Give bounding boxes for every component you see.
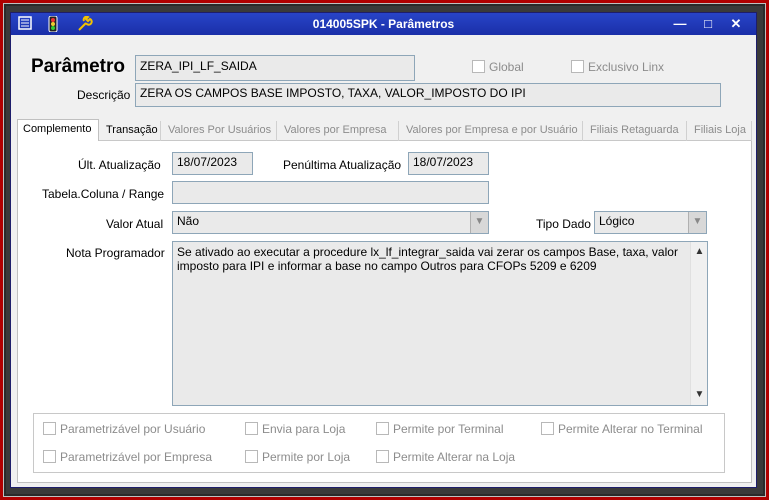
tab-filiais-retaguarda[interactable]: Filiais Retaguarda [585, 121, 687, 141]
tipo-dado-label: Tipo Dado [536, 217, 591, 231]
exclusivo-linx-checkbox[interactable] [571, 60, 584, 73]
envia-loja-checkbox[interactable] [245, 422, 258, 435]
scroll-down-icon[interactable]: ▼ [691, 388, 707, 402]
maximize-button[interactable]: □ [697, 16, 719, 32]
window-title: 014005SPK - Parâmetros [312, 17, 455, 31]
parametro-field[interactable]: ZERA_IPI_LF_SAIDA [135, 55, 415, 81]
exclusivo-linx-label: Exclusivo Linx [588, 60, 665, 74]
global-label: Global [489, 60, 524, 74]
envia-loja-label: Envia para Loja [262, 422, 346, 436]
parametros-window: 014005SPK - Parâmetros — □ ✕ Parâmetro Z… [10, 12, 757, 488]
tabela-coluna-label: Tabela.Coluna / Range [42, 187, 165, 201]
tab-valores-empresa-usuario[interactable]: Valores por Empresa e por Usuário [401, 121, 583, 141]
global-checkbox[interactable] [472, 60, 485, 73]
valor-atual-select[interactable]: Não ▼ [172, 211, 489, 234]
tab-transacao[interactable]: Transação [101, 121, 161, 141]
tab-valores-empresa[interactable]: Valores por Empresa [279, 121, 399, 141]
tab-valores-usuarios[interactable]: Valores Por Usuários [163, 121, 277, 141]
permite-alterar-loja-label: Permite Alterar na Loja [393, 450, 516, 464]
param-usuario-label: Parametrizável por Usuário [60, 422, 206, 436]
descricao-field[interactable]: ZERA OS CAMPOS BASE IMPOSTO, TAXA, VALOR… [135, 83, 721, 107]
tab-filiais-loja[interactable]: Filiais Loja [689, 121, 752, 141]
permite-loja-label: Permite por Loja [262, 450, 351, 464]
penultima-atualizacao-field[interactable]: 18/07/2023 [408, 152, 489, 175]
nota-programador-label: Nota Programador [66, 246, 165, 260]
valor-atual-label: Valor Atual [106, 217, 164, 231]
chevron-down-icon[interactable]: ▼ [470, 212, 488, 233]
param-usuario-checkbox[interactable] [43, 422, 56, 435]
permite-terminal-checkbox[interactable] [376, 422, 389, 435]
close-button[interactable]: ✕ [725, 16, 747, 32]
scroll-up-icon[interactable]: ▲ [691, 245, 707, 259]
nota-scrollbar[interactable]: ▲ ▼ [690, 242, 707, 405]
permite-alterar-terminal-label: Permite Alterar no Terminal [558, 422, 703, 436]
nota-programador-textarea[interactable]: Se ativado ao executar a procedure lx_lf… [172, 241, 708, 406]
permite-terminal-label: Permite por Terminal [393, 422, 504, 436]
parametro-label: Parâmetro [31, 56, 125, 77]
penultima-atualizacao-label: Penúltima Atualização [283, 158, 402, 172]
permite-loja-checkbox[interactable] [245, 450, 258, 463]
title-bar[interactable]: 014005SPK - Parâmetros — □ ✕ [11, 13, 756, 35]
tab-complemento[interactable]: Complemento [17, 119, 99, 142]
chevron-down-icon[interactable]: ▼ [688, 212, 706, 233]
tabela-coluna-field[interactable] [172, 181, 489, 204]
permite-alterar-terminal-checkbox[interactable] [541, 422, 554, 435]
ult-atualizacao-field[interactable]: 18/07/2023 [172, 152, 253, 175]
descricao-label: Descrição [77, 88, 131, 102]
nota-programador-text: Se ativado ao executar a procedure lx_lf… [177, 245, 678, 273]
tab-strip: Complemento Transação Valores Por Usuári… [17, 119, 752, 142]
minimize-button[interactable]: — [669, 16, 691, 32]
permite-alterar-loja-checkbox[interactable] [376, 450, 389, 463]
param-empresa-checkbox[interactable] [43, 450, 56, 463]
tipo-dado-select[interactable]: Lógico ▼ [594, 211, 707, 234]
param-empresa-label: Parametrizável por Empresa [60, 450, 213, 464]
ult-atualizacao-label: Últ. Atualização [78, 158, 161, 172]
tipo-dado-value: Lógico [599, 214, 635, 228]
valor-atual-value: Não [177, 214, 200, 228]
